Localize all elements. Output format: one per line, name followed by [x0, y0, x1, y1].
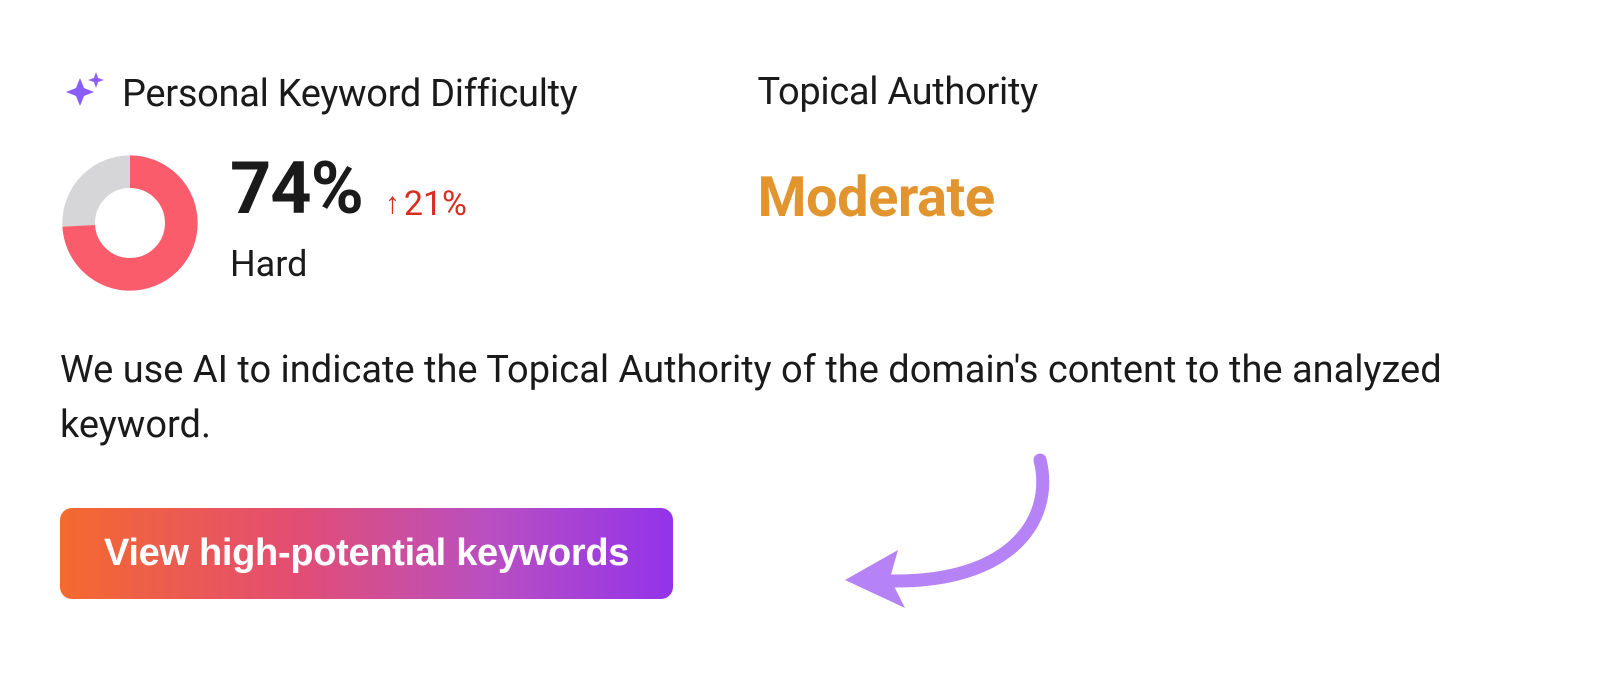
difficulty-delta-value: 21%: [404, 184, 467, 224]
view-high-potential-keywords-button[interactable]: View high-potential keywords: [60, 508, 673, 599]
difficulty-label: Hard: [230, 243, 467, 285]
authority-value: Moderate: [757, 164, 1037, 230]
sparkle-icon: [60, 70, 108, 118]
difficulty-donut-chart: [60, 153, 200, 293]
authority-title: Topical Authority: [757, 70, 1037, 114]
arrow-up-icon: ↑: [385, 189, 400, 219]
authority-metric: Topical Authority Moderate: [757, 70, 1037, 293]
difficulty-body: 74% ↑ 21% Hard: [60, 153, 577, 293]
difficulty-title: Personal Keyword Difficulty: [122, 72, 577, 116]
difficulty-metric: Personal Keyword Difficulty 74% ↑ 21% Ha…: [60, 70, 577, 293]
difficulty-percent: 74%: [230, 153, 363, 225]
annotation-arrow-icon: [830, 450, 1090, 650]
difficulty-values: 74% ↑ 21% Hard: [230, 153, 467, 285]
difficulty-header: Personal Keyword Difficulty: [60, 70, 577, 118]
metrics-row: Personal Keyword Difficulty 74% ↑ 21% Ha…: [60, 70, 1540, 293]
difficulty-value-line: 74% ↑ 21%: [230, 153, 467, 225]
difficulty-delta: ↑ 21%: [385, 184, 467, 224]
authority-header: Topical Authority: [757, 70, 1037, 114]
description-text: We use AI to indicate the Topical Author…: [60, 343, 1520, 453]
